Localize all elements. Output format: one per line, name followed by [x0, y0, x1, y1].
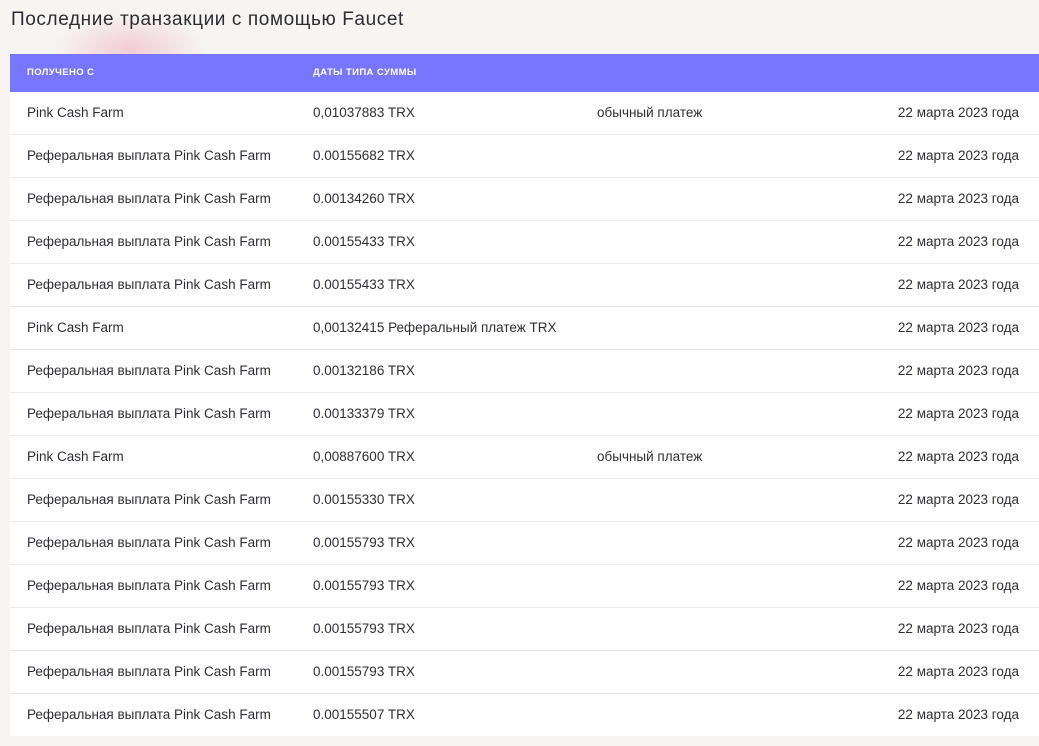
table-row: Реферальная выплата Pink Cash Farm 0.0015… [10, 565, 1039, 608]
cell-amount: 0.00155793 TRX [313, 664, 415, 679]
cell-amount: 0.00134260 TRX [313, 191, 415, 206]
header-from: ПОЛУЧЕНО С [27, 67, 95, 78]
header-amount: ДАТЫ ТИПА СУММЫ [313, 67, 417, 78]
cell-date: 22 марта 2023 года [897, 664, 1019, 679]
cell-amount: 0.00155433 TRX [313, 277, 415, 292]
table-row: Pink Cash Farm 0,01037883 TRX обычный плат… [10, 92, 1039, 135]
table-row: Реферальная выплата Pink Cash Farm 0.0015… [10, 479, 1039, 522]
cell-from: Pink Cash Farm [27, 449, 124, 464]
cell-amount: 0.00155682 TRX [313, 148, 415, 163]
cell-amount: 0.00132186 TRX [313, 363, 415, 378]
cell-date: 22 марта 2023 года [897, 105, 1019, 120]
cell-amount: 0.00155433 TRX [313, 234, 415, 249]
cell-date: 22 марта 2023 года [897, 234, 1019, 249]
cell-date: 22 марта 2023 года [897, 535, 1019, 550]
cell-from: Реферальная выплата Pink Cash Farm [27, 363, 271, 378]
cell-amount: 0,01037883 TRX [313, 105, 415, 120]
table-row: Реферальная выплата Pink Cash Farm 0.0015… [10, 522, 1039, 565]
cell-date: 22 марта 2023 года [897, 277, 1019, 292]
cell-from: Реферальная выплата Pink Cash Farm [27, 492, 271, 507]
cell-amount: 0.00155793 TRX [313, 578, 415, 593]
table-row: Реферальная выплата Pink Cash Farm 0.0015… [10, 608, 1039, 651]
cell-from: Реферальная выплата Pink Cash Farm [27, 578, 271, 593]
cell-from: Реферальная выплата Pink Cash Farm [27, 148, 271, 163]
table-row: Реферальная выплата Pink Cash Farm 0.0013… [10, 350, 1039, 393]
cell-date: 22 марта 2023 года [897, 406, 1019, 421]
cell-amount: 0,00887600 TRX [313, 449, 415, 464]
page-title: Последние транзакции с помощью Faucet [11, 9, 404, 30]
cell-from: Реферальная выплата Pink Cash Farm [27, 664, 271, 679]
table-row: Реферальная выплата Pink Cash Farm 0.0013… [10, 178, 1039, 221]
cell-from: Реферальная выплата Pink Cash Farm [27, 191, 271, 206]
cell-from: Реферальная выплата Pink Cash Farm [27, 621, 271, 636]
table-row: Реферальная выплата Pink Cash Farm 0.0013… [10, 393, 1039, 436]
transactions-page: Последние транзакции с помощью Faucet ПО… [0, 0, 1039, 746]
table-row: Реферальная выплата Pink Cash Farm 0.0015… [10, 694, 1039, 736]
cell-amount: 0.00155793 TRX [313, 535, 415, 550]
transactions-table: ПОЛУЧЕНО С ДАТЫ ТИПА СУММЫ Pink Cash Far… [10, 54, 1039, 736]
cell-amount: 0.00155507 TRX [313, 707, 415, 722]
cell-type: обычный платеж [597, 105, 703, 120]
cell-date: 22 марта 2023 года [897, 191, 1019, 206]
cell-date: 22 марта 2023 года [897, 449, 1019, 464]
cell-from: Реферальная выплата Pink Cash Farm [27, 707, 271, 722]
cell-date: 22 марта 2023 года [897, 148, 1019, 163]
table-row: Реферальная выплата Pink Cash Farm 0.0015… [10, 651, 1039, 694]
table-row: Реферальная выплата Pink Cash Farm 0.0015… [10, 264, 1039, 307]
table-row: Pink Cash Farm 0,00132415 Реферальный пла… [10, 307, 1039, 350]
cell-from: Pink Cash Farm [27, 320, 124, 335]
table-row: Pink Cash Farm 0,00887600 TRX обычный плат… [10, 436, 1039, 479]
table-row: Реферальная выплата Pink Cash Farm 0.0015… [10, 135, 1039, 178]
cell-date: 22 марта 2023 года [897, 320, 1019, 335]
cell-from: Реферальная выплата Pink Cash Farm [27, 277, 271, 292]
cell-amount: 0.00155793 TRX [313, 621, 415, 636]
cell-from: Реферальная выплата Pink Cash Farm [27, 234, 271, 249]
cell-type: обычный платеж [597, 449, 703, 464]
cell-amount: 0.00155330 TRX [313, 492, 415, 507]
cell-date: 22 марта 2023 года [897, 492, 1019, 507]
cell-from: Реферальная выплата Pink Cash Farm [27, 406, 271, 421]
cell-date: 22 марта 2023 года [897, 707, 1019, 722]
cell-amount: 0.00133379 TRX [313, 406, 415, 421]
cell-date: 22 марта 2023 года [897, 578, 1019, 593]
table-row: Реферальная выплата Pink Cash Farm 0.0015… [10, 221, 1039, 264]
cell-from: Pink Cash Farm [27, 105, 124, 120]
cell-from: Реферальная выплата Pink Cash Farm [27, 535, 271, 550]
cell-date: 22 марта 2023 года [897, 621, 1019, 636]
cell-date: 22 марта 2023 года [897, 363, 1019, 378]
table-header: ПОЛУЧЕНО С ДАТЫ ТИПА СУММЫ [10, 54, 1039, 92]
cell-amount: 0,00132415 Реферальный платеж TRX [313, 320, 557, 335]
table-body: Pink Cash Farm 0,01037883 TRX обычный плат… [10, 92, 1039, 736]
